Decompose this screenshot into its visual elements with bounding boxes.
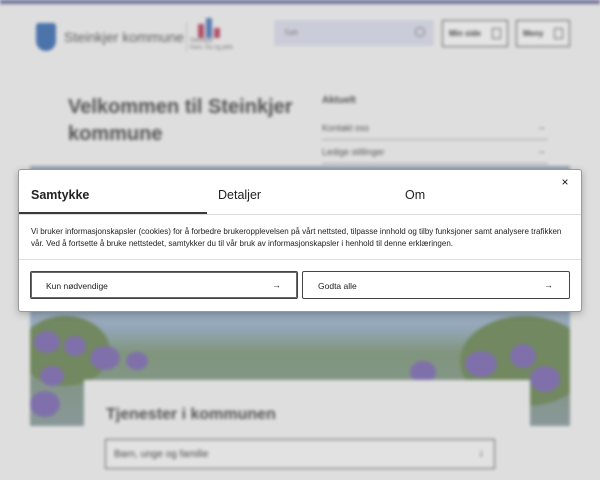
- arrow-right-icon: →: [544, 280, 553, 290]
- tab-about[interactable]: Om: [405, 188, 425, 202]
- tab-consent[interactable]: Samtykke: [31, 188, 89, 202]
- accept-all-button[interactable]: Godta alle →: [302, 271, 570, 299]
- active-tab-indicator: [19, 212, 207, 214]
- close-icon[interactable]: ×: [558, 175, 572, 189]
- dialog-divider: [19, 259, 581, 260]
- arrow-right-icon: →: [272, 280, 281, 290]
- dialog-tabs: Samtykke Detaljer Om: [19, 170, 581, 215]
- consent-text: Vi bruker informasjonskapsler (cookies) …: [31, 227, 562, 248]
- tab-details[interactable]: Detaljer: [218, 188, 261, 202]
- necessary-only-button[interactable]: Kun nødvendige →: [30, 271, 298, 299]
- accept-all-label: Godta alle: [318, 281, 357, 291]
- necessary-only-label: Kun nødvendige: [46, 281, 108, 291]
- cookie-consent-dialog: Samtykke Detaljer Om × Vi bruker informa…: [18, 169, 582, 312]
